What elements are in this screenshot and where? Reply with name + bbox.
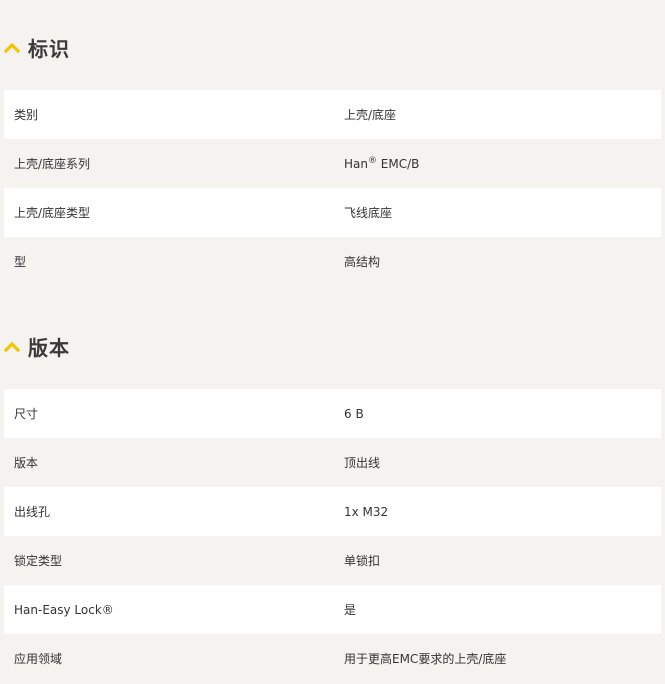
row-value: 6 B <box>344 406 364 421</box>
row-label: 版本 <box>14 456 39 470</box>
registered-mark: ® <box>367 156 377 166</box>
table-row: 尺寸 6 B <box>4 389 661 438</box>
identification-table: 类别 上壳/底座 上壳/底座系列 Han® EMC/B 上壳/底座类型 飞线底座… <box>4 90 661 286</box>
row-value: Han® EMC/B <box>334 156 419 171</box>
row-label: 上壳/底座类型 <box>14 206 91 220</box>
row-label: 上壳/底座系列 <box>14 157 91 171</box>
row-label: 尺寸 <box>14 407 39 421</box>
row-label: 应用领域 <box>14 652 63 666</box>
table-row: 类别 上壳/底座 <box>4 90 661 139</box>
row-value: 顶出线 <box>344 456 381 470</box>
table-row: 型 高结构 <box>4 237 661 286</box>
chevron-up-icon[interactable] <box>4 41 20 53</box>
row-value: 1x M32 <box>344 504 389 519</box>
row-value: 上壳/底座 <box>344 108 397 122</box>
value-tail: EMC/B <box>376 157 420 171</box>
table-row: 出线孔 1x M32 <box>4 487 661 536</box>
section-title: 版本 <box>28 335 70 360</box>
table-row: 应用领域 用于更高EMC要求的上壳/底座 <box>4 634 661 683</box>
row-label: 型 <box>14 255 27 269</box>
table-row: Han-Easy Lock® 是 <box>4 585 661 634</box>
version-table: 尺寸 6 B 版本 顶出线 出线孔 1x M32 锁定类型 单锁扣 Han-Ea… <box>4 389 661 683</box>
row-label: 出线孔 <box>14 505 51 519</box>
row-label: 类别 <box>14 108 39 122</box>
section-header-identification[interactable]: 标识 <box>0 32 70 62</box>
row-label: Han-Easy Lock® <box>14 602 114 617</box>
chevron-up-icon[interactable] <box>4 340 20 352</box>
section-title: 标识 <box>28 36 70 61</box>
row-value: 用于更高EMC要求的上壳/底座 <box>344 652 507 666</box>
value-main: Han <box>344 157 368 171</box>
row-label: 锁定类型 <box>14 554 63 568</box>
row-value: 单锁扣 <box>344 554 381 568</box>
table-row: 上壳/底座系列 Han® EMC/B <box>4 139 661 188</box>
table-row: 上壳/底座类型 飞线底座 <box>4 188 661 237</box>
section-header-version[interactable]: 版本 <box>0 331 70 361</box>
row-value: 飞线底座 <box>344 206 393 220</box>
table-row: 版本 顶出线 <box>4 438 661 487</box>
table-row: 锁定类型 单锁扣 <box>4 536 661 585</box>
row-value: 是 <box>344 603 357 617</box>
row-value: 高结构 <box>344 255 381 269</box>
